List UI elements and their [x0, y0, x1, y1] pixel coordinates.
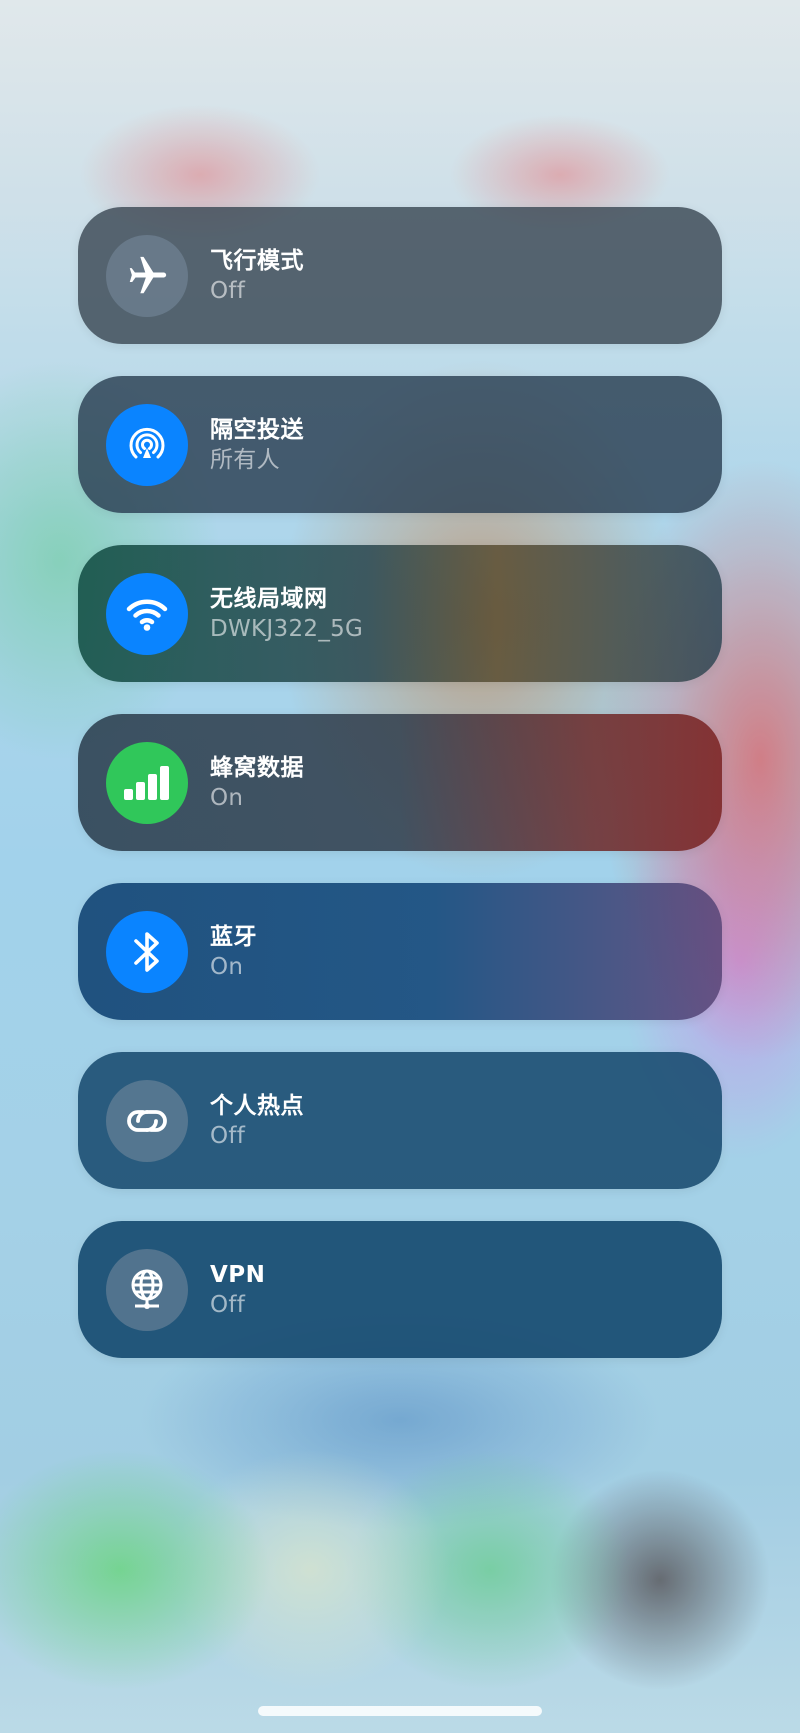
- vpn-labels: VPN Off: [210, 1260, 265, 1320]
- wifi-toggle[interactable]: 无线局域网 DWKJ322_5G: [78, 545, 722, 682]
- control-center-expanded-connectivity: 飞行模式 Off 隔空投送 所有人 无线局域网 DWKJ322_5G 蜂窝数据 …: [0, 0, 800, 1733]
- connectivity-toggle-list: 飞行模式 Off 隔空投送 所有人 无线局域网 DWKJ322_5G 蜂窝数据 …: [78, 207, 722, 1390]
- toggle-title: 无线局域网: [210, 585, 328, 612]
- toggle-status: 所有人: [210, 446, 280, 473]
- vpn-globe-icon: [106, 1248, 188, 1331]
- home-indicator[interactable]: [258, 1706, 542, 1716]
- airdrop-icon: [106, 403, 188, 486]
- airdrop-labels: 隔空投送 所有人: [210, 415, 304, 475]
- airplane-mode-labels: 飞行模式 Off: [210, 246, 304, 306]
- toggle-title: 蜂窝数据: [210, 754, 304, 781]
- toggle-title: 个人热点: [210, 1092, 304, 1119]
- hotspot-icon: [106, 1079, 188, 1162]
- bluetooth-labels: 蓝牙 On: [210, 922, 257, 982]
- toggle-title: 隔空投送: [210, 416, 304, 443]
- airplane-mode-toggle[interactable]: 飞行模式 Off: [78, 207, 722, 344]
- airdrop-toggle[interactable]: 隔空投送 所有人: [78, 376, 722, 513]
- bluetooth-toggle[interactable]: 蓝牙 On: [78, 883, 722, 1020]
- toggle-title: VPN: [210, 1261, 266, 1288]
- vpn-toggle[interactable]: VPN Off: [78, 1221, 722, 1358]
- bluetooth-icon: [106, 910, 188, 993]
- toggle-status: Off: [210, 1291, 246, 1318]
- airplane-icon: [106, 234, 188, 317]
- cellular-icon: [106, 741, 188, 824]
- wifi-labels: 无线局域网 DWKJ322_5G: [210, 584, 363, 644]
- toggle-title: 飞行模式: [210, 247, 304, 274]
- toggle-status: DWKJ322_5G: [210, 615, 364, 642]
- toggle-status: On: [210, 784, 244, 811]
- toggle-title: 蓝牙: [210, 923, 257, 950]
- personal-hotspot-toggle[interactable]: 个人热点 Off: [78, 1052, 722, 1189]
- toggle-status: Off: [210, 1122, 246, 1149]
- cellular-data-toggle[interactable]: 蜂窝数据 On: [78, 714, 722, 851]
- cellular-data-labels: 蜂窝数据 On: [210, 753, 304, 813]
- toggle-status: On: [210, 953, 244, 980]
- personal-hotspot-labels: 个人热点 Off: [210, 1091, 304, 1151]
- wifi-icon: [106, 572, 188, 655]
- toggle-status: Off: [210, 277, 246, 304]
